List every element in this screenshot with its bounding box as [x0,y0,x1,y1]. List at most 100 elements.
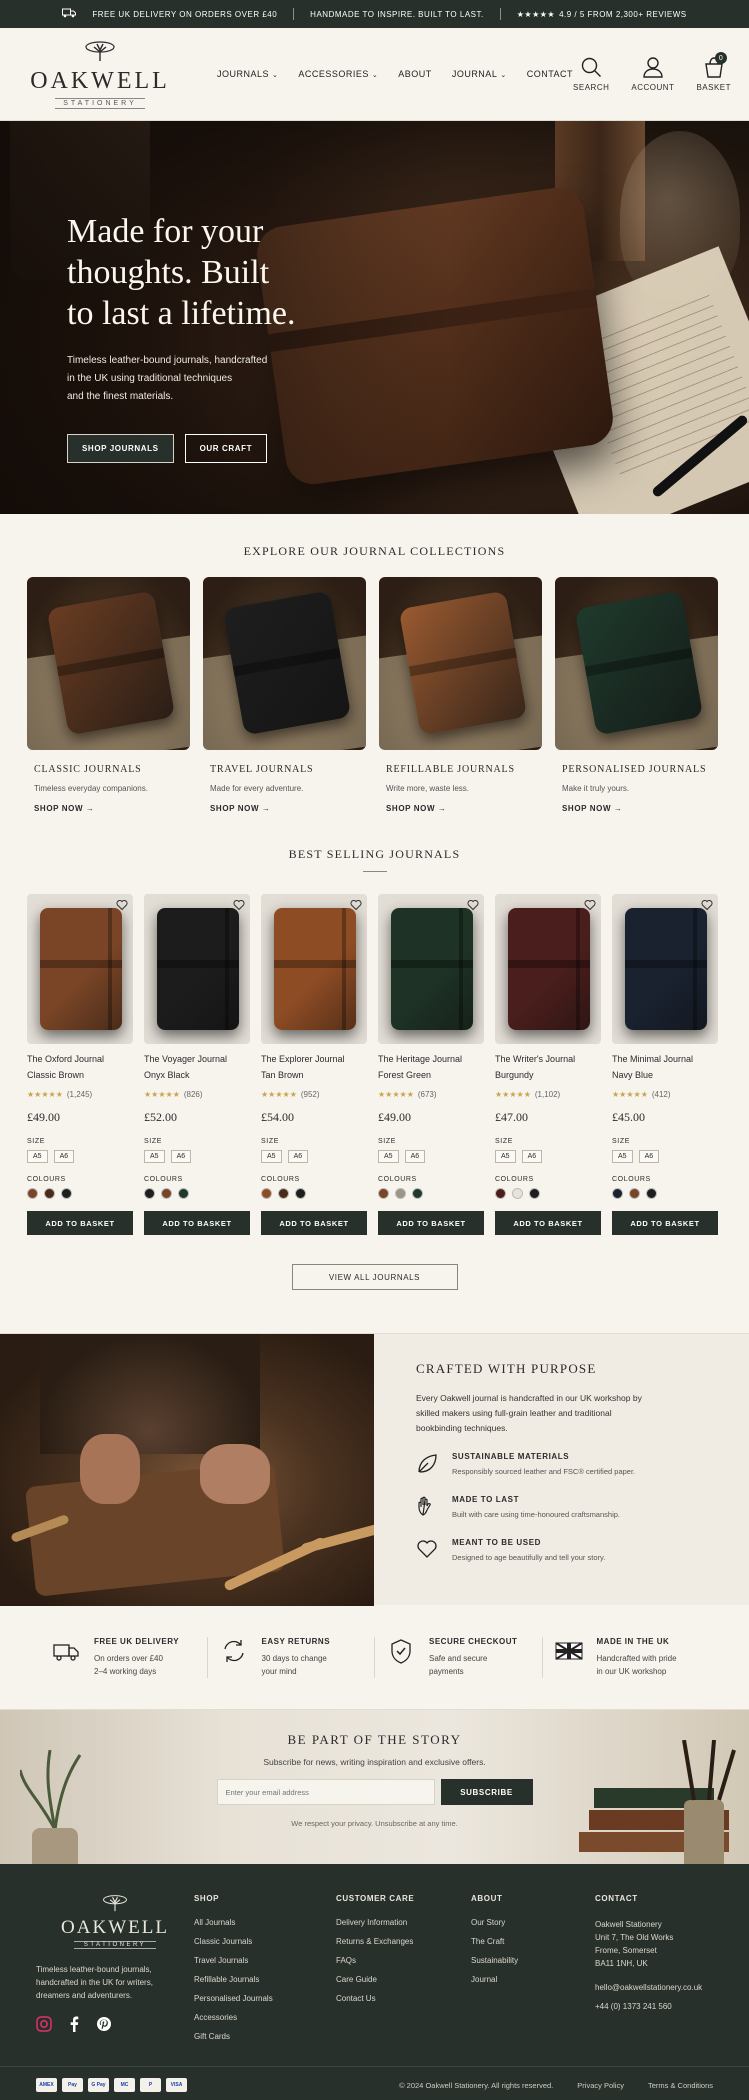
collection-card[interactable]: PERSONALISED JOURNALS Make it truly yours… [555,577,718,813]
size-option[interactable]: A6 [53,1150,75,1163]
colour-swatch[interactable] [295,1188,306,1199]
product-image[interactable] [144,894,250,1044]
instagram-icon[interactable] [36,2016,52,2032]
add-to-basket-button[interactable]: ADD TO BASKET [144,1211,250,1235]
footer-shop-link[interactable]: Gift Cards [194,2032,336,2041]
size-option[interactable]: A5 [261,1150,282,1163]
collection-card[interactable]: REFILLABLE JOURNALS Write more, waste les… [379,577,542,813]
product-name[interactable]: The Voyager Journal Onyx Black [144,1051,250,1083]
view-all-button[interactable]: VIEW ALL JOURNALS [291,1264,458,1290]
colour-swatch[interactable] [412,1188,423,1199]
product-name[interactable]: The Heritage Journal Forest Green [378,1051,484,1083]
colour-swatch[interactable] [144,1188,155,1199]
footer-shop-link[interactable]: Refillable Journals [194,1975,336,1984]
colour-swatch[interactable] [161,1188,172,1199]
wishlist-heart-icon[interactable] [350,898,362,911]
terms-link[interactable]: Terms & Conditions [648,2081,713,2090]
footer-email[interactable]: hello@oakwellstationery.co.uk [595,1983,702,1992]
account-button[interactable]: ACCOUNT [631,56,674,92]
footer-phone[interactable]: +44 (0) 1373 241 560 [595,2002,702,2011]
product-name[interactable]: The Explorer Journal Tan Brown [261,1051,367,1083]
product-image[interactable] [261,894,367,1044]
product-name[interactable]: The Minimal Journal Navy Blue [612,1051,718,1083]
colour-swatch[interactable] [61,1188,72,1199]
product-image[interactable] [495,894,601,1044]
size-option[interactable]: A5 [495,1150,516,1163]
colour-swatch[interactable] [512,1188,523,1199]
footer-about-link[interactable]: Sustainability [471,1956,595,1965]
size-option[interactable]: A5 [27,1150,48,1163]
wishlist-heart-icon[interactable] [701,898,713,911]
our-craft-button[interactable]: OUR CRAFT [184,434,268,463]
colour-swatch[interactable] [378,1188,389,1199]
colour-swatch[interactable] [395,1188,406,1199]
product-card[interactable]: The Explorer Journal Tan Brown ★★★★★ (952) £… [261,894,367,1235]
size-option[interactable]: A5 [144,1150,165,1163]
colour-swatch[interactable] [261,1188,272,1199]
product-card[interactable]: The Oxford Journal Classic Brown ★★★★★ (1,2… [27,894,133,1235]
footer-shop-link[interactable]: Classic Journals [194,1937,336,1946]
wishlist-heart-icon[interactable] [584,898,596,911]
product-image[interactable] [378,894,484,1044]
product-name[interactable]: The Oxford Journal Classic Brown [27,1051,133,1083]
size-option[interactable]: A5 [612,1150,633,1163]
wishlist-heart-icon[interactable] [233,898,245,911]
colour-swatch[interactable] [178,1188,189,1199]
product-image[interactable] [27,894,133,1044]
basket-button[interactable]: 0 BASKET [696,52,731,92]
colour-swatch[interactable] [27,1188,38,1199]
product-image[interactable] [612,894,718,1044]
email-input[interactable] [216,1779,435,1805]
size-option[interactable]: A6 [638,1150,660,1163]
privacy-link[interactable]: Privacy Policy [577,2081,624,2090]
size-option[interactable]: A6 [404,1150,426,1163]
product-card[interactable]: The Writer's Journal Burgundy ★★★★★ (1,102)… [495,894,601,1235]
footer-about-link[interactable]: The Craft [471,1937,595,1946]
colour-swatch[interactable] [529,1188,540,1199]
shop-now-link[interactable]: SHOP NOW → [386,804,542,813]
colour-swatch[interactable] [278,1188,289,1199]
wishlist-heart-icon[interactable] [116,898,128,911]
footer-care-link[interactable]: FAQs [336,1956,471,1965]
colour-swatch[interactable] [44,1188,55,1199]
nav-item-journals[interactable]: JOURNALS ⌄ [217,69,278,79]
footer-care-link[interactable]: Returns & Exchanges [336,1937,471,1946]
colour-swatch[interactable] [646,1188,657,1199]
collection-card[interactable]: TRAVEL JOURNALS Made for every adventure.… [203,577,366,813]
colour-swatch[interactable] [612,1188,623,1199]
colour-swatch[interactable] [495,1188,506,1199]
size-option[interactable]: A6 [521,1150,543,1163]
footer-shop-link[interactable]: Accessories [194,2013,336,2022]
shop-journals-button[interactable]: SHOP JOURNALS [67,434,174,463]
size-option[interactable]: A5 [378,1150,399,1163]
footer-shop-link[interactable]: Personalised Journals [194,1994,336,2003]
add-to-basket-button[interactable]: ADD TO BASKET [261,1211,367,1235]
wishlist-heart-icon[interactable] [467,898,479,911]
add-to-basket-button[interactable]: ADD TO BASKET [612,1211,718,1235]
product-card[interactable]: The Heritage Journal Forest Green ★★★★★ (67… [378,894,484,1235]
product-card[interactable]: The Minimal Journal Navy Blue ★★★★★ (412) £4… [612,894,718,1235]
add-to-basket-button[interactable]: ADD TO BASKET [378,1211,484,1235]
product-name[interactable]: The Writer's Journal Burgundy [495,1051,601,1083]
nav-item-contact[interactable]: CONTACT [527,69,573,79]
add-to-basket-button[interactable]: ADD TO BASKET [27,1211,133,1235]
facebook-icon[interactable] [66,2016,82,2032]
site-logo[interactable]: OAKWELL STATIONERY [30,40,167,109]
footer-care-link[interactable]: Care Guide [336,1975,471,1984]
footer-about-link[interactable]: Our Story [471,1918,595,1927]
nav-item-about[interactable]: ABOUT [398,69,432,79]
add-to-basket-button[interactable]: ADD TO BASKET [495,1211,601,1235]
product-card[interactable]: The Voyager Journal Onyx Black ★★★★★ (826) £… [144,894,250,1235]
footer-care-link[interactable]: Delivery Information [336,1918,471,1927]
footer-about-link[interactable]: Journal [471,1975,595,1984]
search-button[interactable]: SEARCH [573,56,609,92]
shop-now-link[interactable]: SHOP NOW → [210,804,366,813]
footer-shop-link[interactable]: Travel Journals [194,1956,336,1965]
footer-shop-link[interactable]: All Journals [194,1918,336,1927]
footer-care-link[interactable]: Contact Us [336,1994,471,2003]
colour-swatch[interactable] [629,1188,640,1199]
nav-item-accessories[interactable]: ACCESSORIES ⌄ [298,69,378,79]
nav-item-journal[interactable]: JOURNAL ⌄ [452,69,507,79]
size-option[interactable]: A6 [287,1150,309,1163]
pinterest-icon[interactable] [96,2016,112,2032]
